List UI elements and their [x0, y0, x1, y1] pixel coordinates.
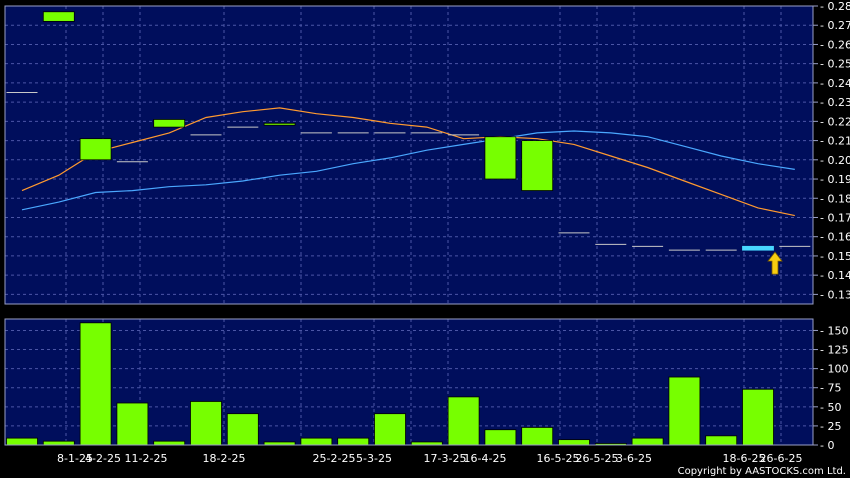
volume-bar [337, 437, 370, 446]
volume-bar [79, 322, 112, 446]
volume-bar [521, 427, 554, 446]
volume-tick-label: - 150 [820, 324, 848, 337]
price-tick-label: - 0.22 [820, 115, 850, 128]
volume-bar [484, 429, 517, 446]
price-panel [5, 6, 813, 304]
volume-bar [153, 440, 186, 446]
price-tick-label: - 0.15 [820, 250, 850, 263]
price-tick-label: - 0.18 [820, 192, 850, 205]
price-tick-label: - 0.27 [820, 19, 850, 32]
volume-tick-label: - 50 [820, 401, 841, 414]
date-label: 4-2-25 [85, 452, 121, 465]
price-tick-label: - 0.21 [820, 135, 850, 148]
price-tick-label: - 0.25 [820, 58, 850, 71]
volume-tick-label: - 0 [820, 439, 834, 452]
copyright-text: Copyright by AASTOCKS.com Ltd. [678, 466, 846, 477]
volume-bar [558, 439, 590, 446]
date-label: 18-2-25 [203, 452, 246, 465]
date-label: 3-6-25 [616, 452, 652, 465]
date-label: 17-3-25 [424, 452, 467, 465]
price-tick-label: - 0.16 [820, 231, 850, 244]
price-tick-label: - 0.17 [820, 211, 850, 224]
stock-chart: - 0.13 - 0.14 - 0.15 - 0.16 - 0.17 - 0.18 - 0.… [0, 0, 850, 478]
price-tick-label: - 0.14 [820, 269, 850, 282]
volume-bar [6, 437, 38, 446]
price-tick-label: - 0.26 [820, 38, 850, 51]
date-label: 26-5-25 [576, 452, 619, 465]
price-tick-label: - 0.24 [820, 77, 850, 90]
date-label: 16-4-25 [464, 452, 507, 465]
volume-tick-label: - 125 [820, 344, 848, 357]
price-candle [79, 138, 112, 161]
volume-bar [226, 413, 259, 446]
volume-bar [742, 388, 774, 446]
volume-bar [42, 440, 75, 446]
volume-bar [705, 435, 738, 446]
price-tick-label: - 0.20 [820, 154, 850, 167]
volume-bar [447, 396, 480, 446]
price-candle [263, 122, 296, 126]
price-tick-label: - 0.19 [820, 173, 850, 186]
date-label: 5-3-25 [356, 452, 392, 465]
price-candle [484, 136, 517, 180]
date-label: 26-6-25 [760, 452, 803, 465]
price-tick-label: - 0.28 [820, 0, 850, 13]
price-candle [153, 119, 186, 128]
price-tick-label: - 0.23 [820, 96, 850, 109]
volume-bar [300, 437, 333, 446]
date-label: 25-2-25 [313, 452, 356, 465]
volume-bar [190, 401, 222, 446]
volume-bar [668, 376, 701, 446]
price-candle [742, 245, 774, 251]
price-candle [42, 11, 75, 22]
volume-bar [374, 413, 406, 446]
volume-bar [116, 402, 149, 446]
volume-tick-label: - 100 [820, 363, 848, 376]
price-tick-label: - 0.13 [820, 288, 850, 301]
date-label: 11-2-25 [125, 452, 168, 465]
date-label: 16-5-25 [537, 452, 580, 465]
volume-bar [631, 437, 664, 446]
price-candle [521, 140, 554, 191]
volume-tick-label: - 25 [820, 420, 841, 433]
volume-tick-label: - 75 [820, 382, 841, 395]
